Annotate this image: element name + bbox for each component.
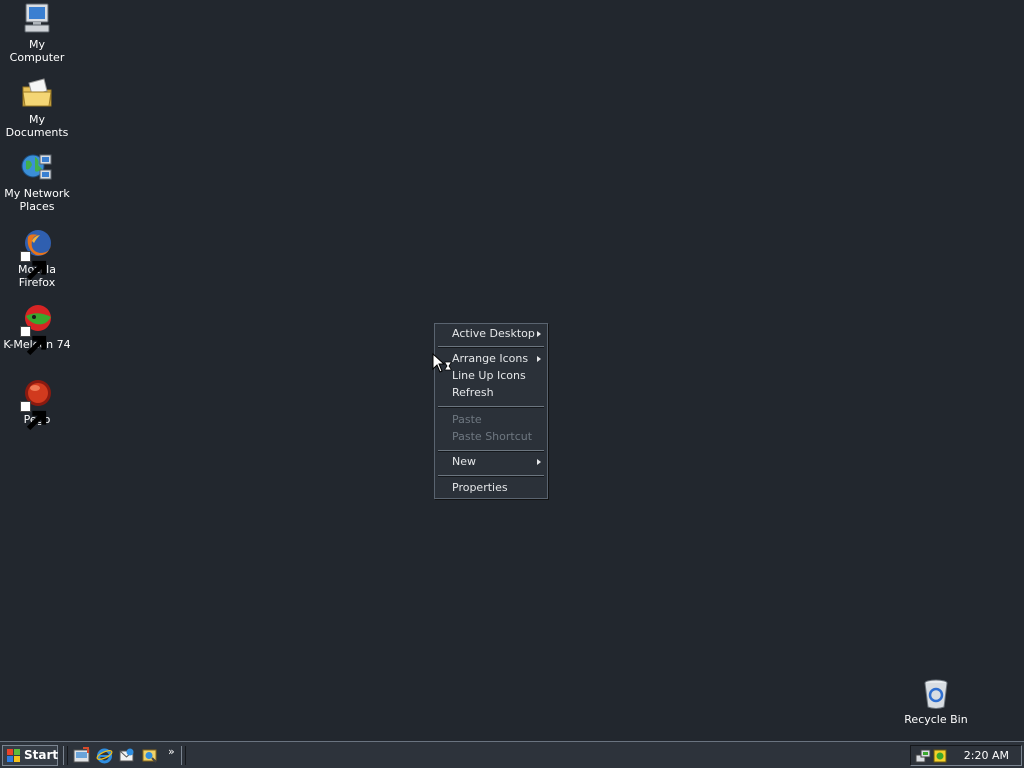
firefox-icon: [20, 227, 54, 281]
menu-separator: [438, 346, 544, 348]
menu-item-label: New: [452, 455, 476, 468]
shortcut-arrow-icon: [20, 251, 47, 281]
show-desktop-icon[interactable]: [73, 747, 90, 764]
submenu-arrow-icon: [537, 331, 541, 337]
clock[interactable]: 2:20 AM: [964, 746, 1009, 766]
icon-label: Recycle Bin: [904, 713, 968, 726]
menu-item-label: Arrange Icons: [452, 352, 529, 365]
desktop-context-menu: Active Desktop Arrange Icons Line Up Ico…: [434, 323, 548, 499]
desktop-icon-my-network-places[interactable]: My Network Places: [0, 151, 74, 213]
media-player-icon[interactable]: [141, 747, 158, 764]
menu-item-label: Paste Shortcut: [452, 430, 533, 443]
network-icon: [20, 151, 54, 185]
menu-item-paste: Paste: [435, 412, 547, 428]
kmeleon-icon: [20, 302, 54, 356]
desktop-icon-k-meleon[interactable]: K-Meleon 74: [0, 302, 74, 356]
pego-icon: [20, 377, 54, 431]
icon-label: My Computer: [9, 38, 65, 64]
toolbar-grip[interactable]: [181, 746, 186, 765]
recycle-bin-icon: [919, 677, 953, 711]
security-tray-icon[interactable]: [932, 748, 948, 764]
desktop-icon-pego[interactable]: Pego: [0, 377, 74, 431]
start-label: Start: [24, 748, 59, 762]
system-tray: 2:20 AM: [910, 745, 1022, 766]
outlook-express-icon[interactable]: [118, 747, 135, 764]
icon-label: My Documents: [5, 113, 69, 139]
network-tray-icon[interactable]: [915, 748, 931, 764]
menu-item-label: Properties: [452, 481, 508, 494]
quick-launch-overflow-chevron[interactable]: »: [168, 745, 175, 758]
taskbar: Start » 2:20 AM: [0, 741, 1024, 768]
windows-logo-icon: [7, 749, 20, 762]
submenu-arrow-icon: [537, 459, 541, 465]
menu-item-label: Line Up Icons: [452, 369, 526, 382]
menu-item-new[interactable]: New: [435, 454, 547, 470]
computer-icon: [20, 2, 54, 36]
icon-label: My Network Places: [4, 187, 70, 213]
folder-icon: [20, 77, 54, 111]
menu-item-active-desktop[interactable]: Active Desktop: [435, 326, 547, 342]
menu-separator: [438, 450, 544, 452]
menu-item-label: Active Desktop: [452, 327, 535, 340]
start-button[interactable]: Start: [2, 745, 58, 766]
menu-item-properties[interactable]: Properties: [435, 480, 547, 496]
shortcut-arrow-icon: [20, 326, 47, 356]
busy-cursor-icon: [432, 353, 452, 373]
submenu-arrow-icon: [537, 356, 541, 362]
toolbar-grip[interactable]: [63, 746, 68, 765]
menu-separator: [438, 406, 544, 408]
menu-item-label: Paste: [452, 413, 482, 426]
desktop-icon-mozilla-firefox[interactable]: Mozilla Firefox: [0, 227, 74, 289]
menu-item-paste-shortcut: Paste Shortcut: [435, 429, 547, 445]
menu-separator: [438, 475, 544, 477]
desktop-icon-recycle-bin[interactable]: Recycle Bin: [899, 677, 973, 726]
desktop-icon-my-computer[interactable]: My Computer: [0, 2, 74, 64]
shortcut-arrow-icon: [20, 401, 47, 431]
desktop-icon-my-documents[interactable]: My Documents: [0, 77, 74, 139]
internet-explorer-icon[interactable]: [96, 747, 113, 764]
menu-item-refresh[interactable]: Refresh: [435, 385, 547, 401]
menu-item-label: Refresh: [452, 386, 494, 399]
